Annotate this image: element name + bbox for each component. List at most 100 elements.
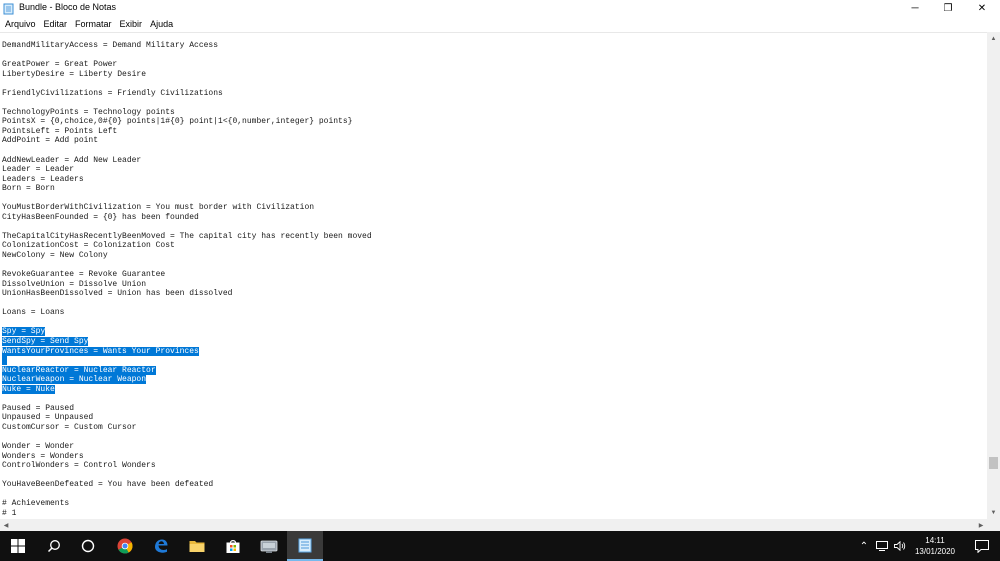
chevron-up-icon[interactable]: ⌃ — [855, 531, 873, 561]
text-line[interactable]: YouHaveBeenDefeated = You have been defe… — [2, 480, 372, 490]
scroll-left-icon[interactable]: ◀ — [0, 519, 12, 531]
line-text: PointsX = {0,choice,0#{0} points|1#{0} p… — [2, 117, 353, 127]
menu-editar[interactable]: Editar — [41, 19, 71, 29]
text-line[interactable]: Paused = Paused — [2, 404, 372, 414]
text-line[interactable]: GreatPower = Great Power — [2, 60, 372, 70]
text-line[interactable] — [2, 490, 372, 500]
text-line[interactable] — [2, 222, 372, 232]
search-icon[interactable] — [36, 531, 72, 561]
text-line[interactable]: SendSpy = Send Spy — [2, 336, 372, 347]
text-line[interactable]: Leaders = Leaders — [2, 175, 372, 185]
line-text: TheCapitalCityHasRecentlyBeenMoved = The… — [2, 231, 372, 241]
store-icon[interactable] — [215, 531, 251, 561]
text-line[interactable] — [2, 394, 372, 404]
clock-time: 14:11 — [925, 536, 945, 545]
text-line[interactable] — [2, 146, 372, 156]
text-line[interactable]: ControlWonders = Control Wonders — [2, 461, 372, 471]
taskbar: ⌃ 14:11 13/01/2020 — [0, 531, 1000, 561]
notification-icon[interactable] — [964, 531, 1000, 561]
menu-exibir[interactable]: Exibir — [117, 19, 146, 29]
notepad-taskbar-icon[interactable] — [287, 531, 323, 561]
text-line[interactable]: NuclearWeapon = Nuclear Weapon — [2, 375, 372, 385]
text-line[interactable]: AddPoint = Add point — [2, 136, 372, 146]
text-line[interactable] — [2, 261, 372, 271]
volume-icon[interactable] — [891, 531, 909, 561]
text-line[interactable]: Born = Born — [2, 184, 372, 194]
line-text: Leader = Leader — [2, 165, 75, 175]
line-text: ColonizationCost = Colonization Cost — [2, 241, 175, 251]
vertical-scrollbar[interactable]: ▲ ▼ — [987, 32, 1000, 519]
text-line[interactable]: # Achievements — [2, 499, 372, 509]
text-line[interactable] — [2, 299, 372, 309]
text-line[interactable]: TheCapitalCityHasRecentlyBeenMoved = The… — [2, 232, 372, 242]
windows-start-icon[interactable] — [0, 531, 36, 561]
text-line[interactable] — [2, 194, 372, 204]
text-line[interactable]: Wonders = Wonders — [2, 452, 372, 462]
vertical-scroll-thumb[interactable] — [989, 457, 998, 469]
text-line[interactable]: DemandMilitaryAccess = Demand Military A… — [2, 41, 372, 51]
text-line[interactable]: LibertyDesire = Liberty Desire — [2, 70, 372, 80]
window-title: Bundle - Bloco de Notas — [19, 2, 117, 12]
file-explorer-icon[interactable] — [179, 531, 215, 561]
close-button[interactable]: ✕ — [965, 0, 999, 16]
clock-date: 13/01/2020 — [914, 547, 956, 556]
text-line[interactable]: AddNewLeader = Add New Leader — [2, 156, 372, 166]
text-line[interactable]: UnionHasBeenDissolved = Union has been d… — [2, 289, 372, 299]
text-line[interactable] — [2, 318, 372, 328]
scroll-down-icon[interactable]: ▼ — [987, 506, 1000, 519]
network-icon[interactable] — [873, 531, 891, 561]
text-line[interactable]: Nuke = Nuke — [2, 384, 372, 395]
menu-ajuda[interactable]: Ajuda — [147, 19, 176, 29]
line-text: Born = Born — [2, 184, 55, 194]
task-view-icon[interactable] — [70, 531, 106, 561]
text-line[interactable]: FriendlyCivilizations = Friendly Civiliz… — [2, 89, 372, 99]
line-text: Paused = Paused — [2, 403, 75, 413]
text-line[interactable]: Wonder = Wonder — [2, 442, 372, 452]
text-line[interactable]: CustomCursor = Custom Cursor — [2, 423, 372, 433]
text-line[interactable] — [2, 79, 372, 89]
text-editor[interactable]: DemandMilitaryAccess = Demand Military A… — [0, 32, 987, 519]
text-line[interactable]: NewColony = New Colony — [2, 251, 372, 261]
text-line[interactable] — [2, 51, 372, 61]
text-line[interactable]: NuclearReactor = Nuclear Reactor — [2, 365, 372, 376]
text-line[interactable]: Spy = Spy — [2, 327, 372, 337]
line-text: DemandMilitaryAccess = Demand Military A… — [2, 41, 219, 50]
text-line[interactable]: RevokeGuarantee = Revoke Guarantee — [2, 270, 372, 280]
text-line[interactable] — [2, 98, 372, 108]
text-line[interactable]: PointsLeft = Points Left — [2, 127, 372, 137]
close-icon: ✕ — [977, 2, 987, 14]
line-text: CityHasBeenFounded = {0} has been founde… — [2, 212, 199, 222]
minimize-button[interactable]: ─ — [898, 0, 932, 16]
text-line[interactable] — [2, 356, 372, 366]
horizontal-scrollbar[interactable]: ◀ ▶ — [0, 519, 987, 531]
text-line[interactable]: Loans = Loans — [2, 308, 372, 318]
system-tray: ⌃ — [855, 531, 909, 561]
text-line[interactable] — [2, 471, 372, 481]
text-line[interactable]: YouMustBorderWithCivilization = You must… — [2, 203, 372, 213]
chrome-icon[interactable] — [107, 531, 143, 561]
menu-formatar[interactable]: Formatar — [72, 19, 115, 29]
line-text: AddNewLeader = Add New Leader — [2, 155, 142, 165]
menu-arquivo[interactable]: Arquivo — [2, 19, 39, 29]
text-line[interactable]: CityHasBeenFounded = {0} has been founde… — [2, 213, 372, 223]
text-line[interactable] — [2, 432, 372, 442]
text-line[interactable]: Unpaused = Unpaused — [2, 413, 372, 423]
clock[interactable]: 14:11 13/01/2020 — [908, 535, 962, 557]
edge-icon[interactable] — [143, 531, 179, 561]
text-line[interactable]: PointsX = {0,choice,0#{0} points|1#{0} p… — [2, 117, 372, 127]
line-text: YouMustBorderWithCivilization = You must… — [2, 203, 315, 213]
maximize-button[interactable]: ❐ — [931, 0, 965, 16]
selected-text: NuclearWeapon = Nuclear Weapon — [2, 375, 147, 385]
text-line[interactable]: ColonizationCost = Colonization Cost — [2, 241, 372, 251]
scroll-up-icon[interactable]: ▲ — [987, 32, 1000, 45]
text-line[interactable]: WantsYourProvinces = Wants Your Province… — [2, 346, 372, 357]
line-text: Leaders = Leaders — [2, 174, 84, 184]
text-line[interactable]: TechnologyPoints = Technology points — [2, 108, 372, 118]
text-line[interactable]: Leader = Leader — [2, 165, 372, 175]
text-content[interactable]: DemandMilitaryAccess = Demand Military A… — [2, 41, 372, 518]
app-icon[interactable] — [251, 531, 287, 561]
text-line[interactable]: DissolveUnion = Dissolve Union — [2, 280, 372, 290]
scroll-right-icon[interactable]: ▶ — [975, 519, 987, 531]
title-bar[interactable]: Bundle - Bloco de Notas ─ ❐ ✕ — [0, 0, 1000, 16]
text-line[interactable]: # 1 — [2, 509, 372, 519]
